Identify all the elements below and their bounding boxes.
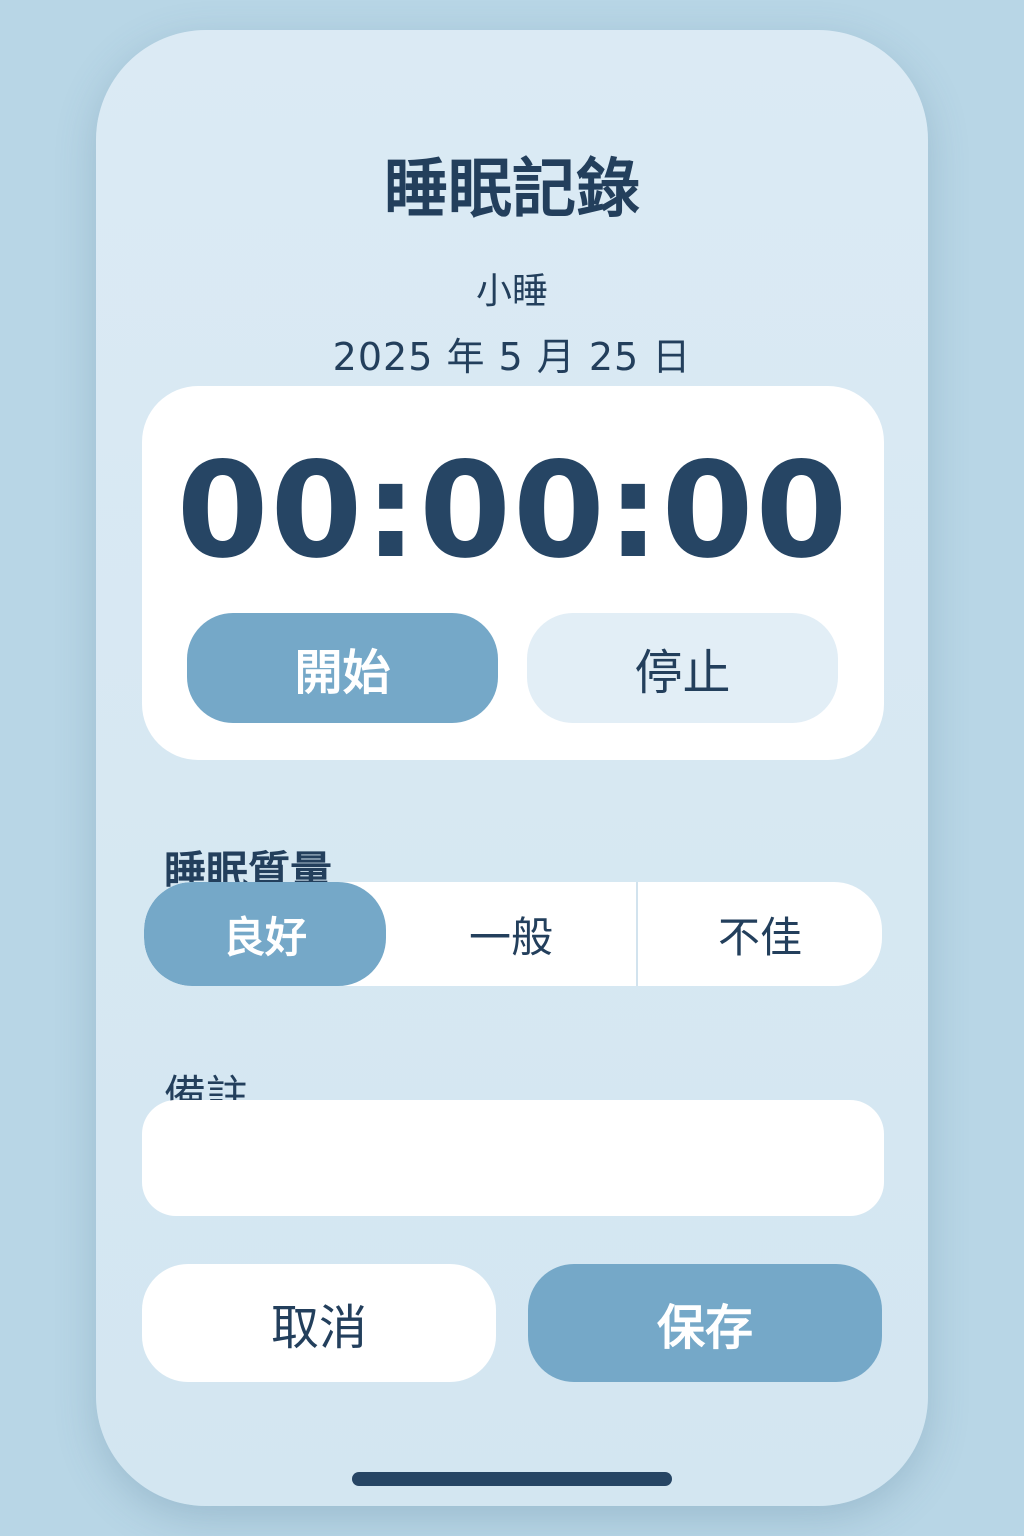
quality-option-poor[interactable]: 不佳 bbox=[638, 882, 882, 986]
page-title: 睡眠記錄 bbox=[384, 153, 640, 227]
timer-card: 00:00:00 開始 停止 bbox=[142, 386, 884, 760]
sleep-quality-selector: 良好 一般 不佳 bbox=[144, 882, 882, 986]
sleep-type-label: 小睡 bbox=[475, 271, 548, 312]
timer-display: 00:00:00 bbox=[176, 434, 850, 588]
note-input[interactable] bbox=[142, 1100, 884, 1216]
cancel-button[interactable]: 取消 bbox=[142, 1264, 496, 1382]
home-indicator[interactable] bbox=[352, 1472, 672, 1486]
quality-option-average[interactable]: 一般 bbox=[386, 882, 636, 986]
start-button[interactable]: 開始 bbox=[187, 613, 498, 723]
quality-option-good[interactable]: 良好 bbox=[144, 882, 386, 986]
app-screen: 睡眠記錄 小睡 2025 年 5 月 25 日 00:00:00 開始 停止 睡… bbox=[96, 30, 928, 1506]
save-button[interactable]: 保存 bbox=[528, 1264, 882, 1382]
date-label: 2025 年 5 月 25 日 bbox=[332, 335, 692, 379]
stop-button[interactable]: 停止 bbox=[527, 613, 838, 723]
